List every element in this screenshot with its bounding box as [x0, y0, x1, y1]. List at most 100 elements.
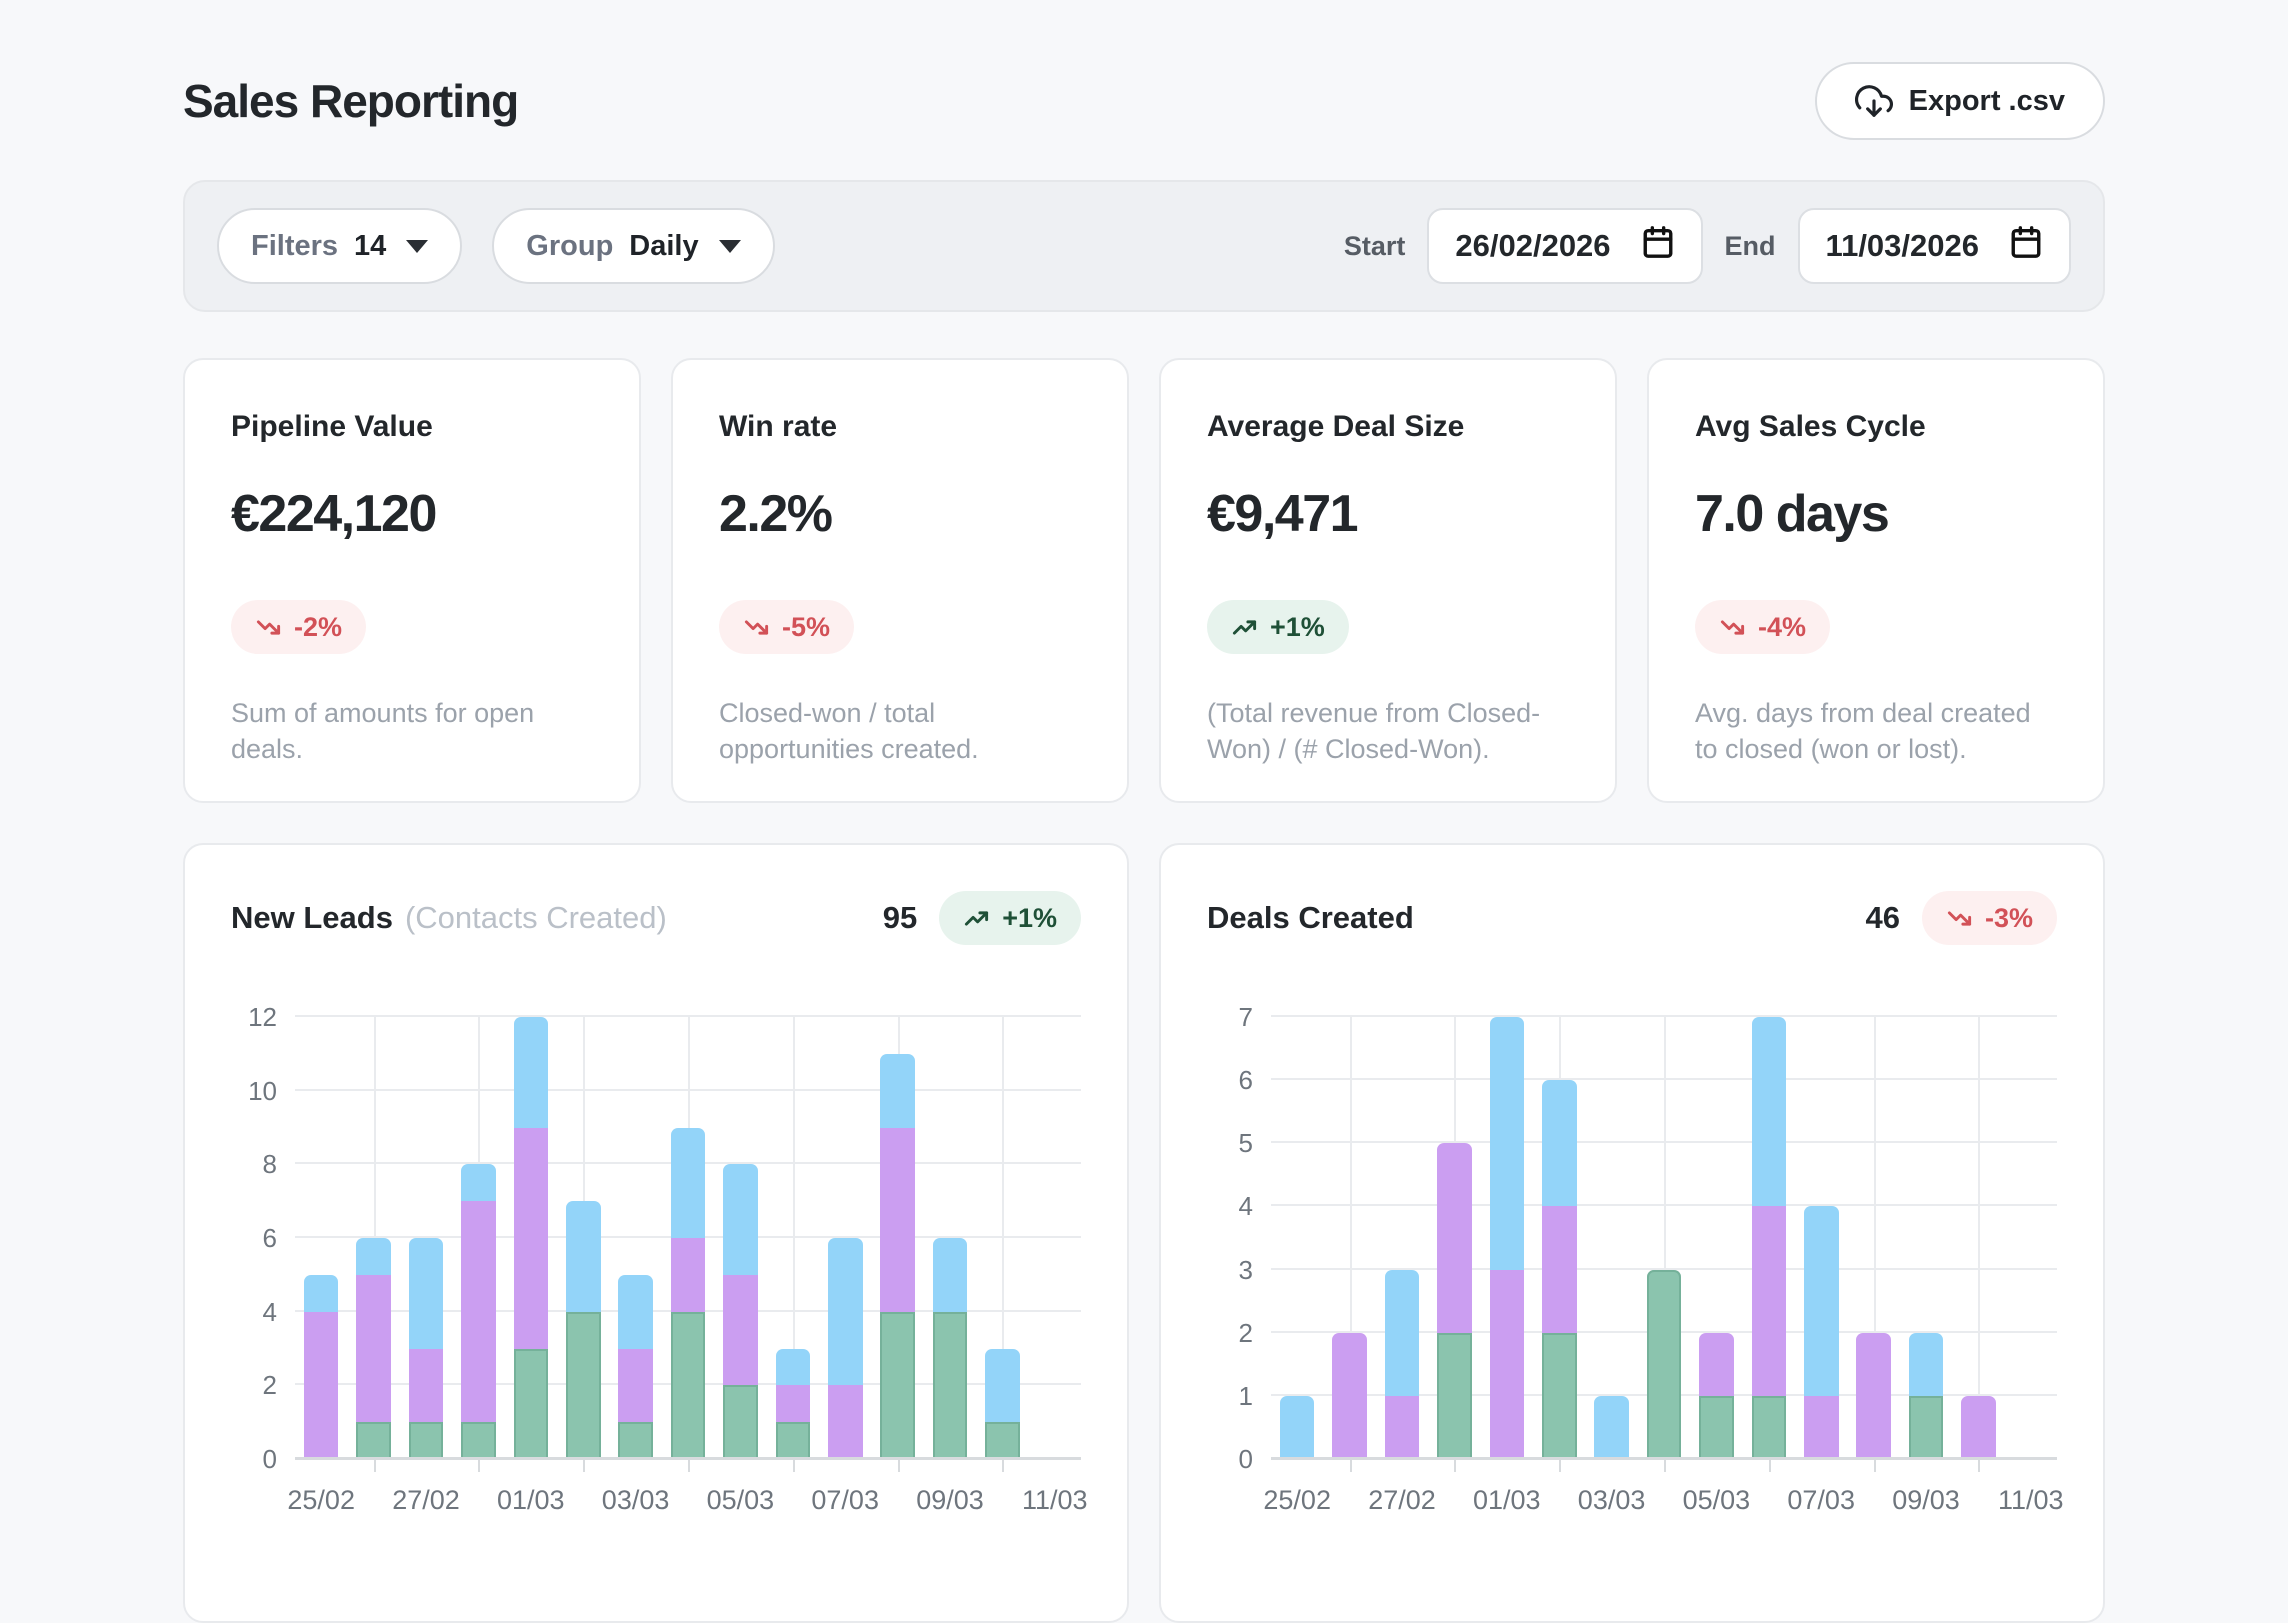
filters-label: Filters: [251, 230, 338, 263]
kpi-value: 2.2%: [719, 484, 1081, 544]
chart-header-right: 95+1%: [883, 891, 1081, 945]
kpi-badge-row: +1%: [1207, 600, 1569, 654]
bar-segment-purple: [828, 1385, 863, 1459]
bar-06-03: [776, 1017, 811, 1459]
end-date-input[interactable]: 11/03/2026: [1798, 208, 2071, 284]
bar-segment-green: [618, 1422, 653, 1459]
delta-value: -5%: [782, 612, 830, 643]
delta-badge: -5%: [719, 600, 854, 654]
bar-slot: [1376, 1017, 1428, 1459]
kpi-description: Closed-won / total opportunities created…: [719, 696, 1081, 767]
x-axis-label: 25/02: [287, 1485, 355, 1516]
chart-total: 46: [1866, 900, 1900, 936]
trending-up-icon: [963, 905, 990, 932]
bar-segment-purple: [1542, 1206, 1577, 1332]
bar-slot: [1029, 1017, 1081, 1459]
bar-segment-green: [723, 1385, 758, 1459]
bar-segment-blue: [1385, 1270, 1420, 1396]
group-value: Daily: [629, 230, 698, 263]
bar-26-02: [356, 1017, 391, 1459]
bar-slot: [662, 1017, 714, 1459]
bar-26-02: [1332, 1017, 1367, 1459]
bar-08-03: [880, 1017, 915, 1459]
bar-slot: [347, 1017, 399, 1459]
bar-segment-blue: [1280, 1396, 1315, 1459]
bar-slot: [1952, 1017, 2004, 1459]
chart-header-right: 46-3%: [1866, 891, 2058, 945]
kpi-card: Win rate 2.2% -5% Closed-won / total opport…: [671, 358, 1129, 803]
bar-segment-purple: [1332, 1333, 1367, 1459]
bar-slot: [714, 1017, 766, 1459]
export-csv-button[interactable]: Export .csv: [1815, 62, 2105, 140]
bar-segment-blue: [671, 1128, 706, 1239]
group-dropdown[interactable]: Group Daily: [492, 208, 774, 284]
kpi-title: Win rate: [719, 410, 1081, 444]
page-title: Sales Reporting: [183, 74, 518, 128]
bar-07-03: [828, 1017, 863, 1459]
bar-segment-purple: [1385, 1396, 1420, 1459]
bar-segment-purple: [514, 1128, 549, 1349]
bar-segment-green: [1699, 1396, 1734, 1459]
bar-02-03: [566, 1017, 601, 1459]
bar-slot: [1271, 1017, 1323, 1459]
bar-segment-purple: [1699, 1333, 1734, 1396]
bar-10-03: [1961, 1017, 1996, 1459]
calendar-icon[interactable]: [2009, 225, 2043, 267]
delta-badge: +1%: [1207, 600, 1349, 654]
bar-slot: [1585, 1017, 1637, 1459]
bar-02-03: [1542, 1017, 1577, 1459]
bar-segment-blue: [828, 1238, 863, 1385]
bar-slot: [924, 1017, 976, 1459]
x-axis-label: 27/02: [1368, 1485, 1436, 1516]
start-date-input[interactable]: 26/02/2026: [1427, 208, 1702, 284]
bar-03-03: [618, 1017, 653, 1459]
y-axis-label: 6: [263, 1225, 277, 1251]
bar-segment-blue: [1804, 1206, 1839, 1395]
bar-slot: [1533, 1017, 1585, 1459]
bar-25-02: [304, 1017, 339, 1459]
chart-subtitle: (Contacts Created): [405, 900, 667, 935]
bar-27-02: [409, 1017, 444, 1459]
bar-segment-green: [1752, 1396, 1787, 1459]
bar-segment-purple: [671, 1238, 706, 1312]
chevron-down-icon: [719, 240, 741, 253]
bar-28-02: [1437, 1017, 1472, 1459]
kpi-title: Pipeline Value: [231, 410, 593, 444]
y-axis-label: 12: [248, 1004, 277, 1030]
bar-segment-green: [461, 1422, 496, 1459]
filters-dropdown[interactable]: Filters 14: [217, 208, 462, 284]
x-axis-label: 27/02: [392, 1485, 460, 1516]
bar-segment-blue: [933, 1238, 968, 1312]
bar-segment-green: [1437, 1333, 1472, 1459]
bar-slot: [976, 1017, 1028, 1459]
bar-slots: [1271, 1017, 2057, 1459]
chart-header: Deals Created 46-3%: [1207, 891, 2057, 945]
bar-segment-blue: [985, 1349, 1020, 1423]
x-axis-label: 03/03: [602, 1485, 670, 1516]
x-axis-label: 25/02: [1263, 1485, 1331, 1516]
start-date-value: 26/02/2026: [1455, 228, 1610, 264]
bar-segment-purple: [304, 1312, 339, 1459]
filters-count: 14: [354, 230, 386, 263]
chart-header-left: Deals Created: [1207, 900, 1414, 936]
calendar-icon[interactable]: [1641, 225, 1675, 267]
bar-segment-purple: [1437, 1143, 1472, 1332]
bar-slot: [295, 1017, 347, 1459]
delta-value: +1%: [1270, 612, 1325, 643]
bar-slot: [767, 1017, 819, 1459]
filter-bar: Filters 14 Group Daily Start 26/02/2026: [183, 180, 2105, 312]
bar-segment-purple: [1961, 1396, 1996, 1459]
y-axis-label: 5: [1239, 1130, 1253, 1156]
bar-segment-green: [1909, 1396, 1944, 1459]
delta-value: -2%: [294, 612, 342, 643]
y-axis-label: 3: [1239, 1257, 1253, 1283]
bar-segment-purple: [1856, 1333, 1891, 1459]
x-axis-label: 05/03: [707, 1485, 775, 1516]
kpi-card-row: Pipeline Value€224,120-2%Sum of amounts …: [183, 358, 2105, 803]
download-cloud-icon: [1855, 82, 1893, 120]
bar-segment-blue: [356, 1238, 391, 1275]
trending-up-icon: [1231, 614, 1258, 641]
kpi-badge-row: -4%: [1695, 600, 2057, 654]
x-axis-label: 05/03: [1683, 1485, 1751, 1516]
kpi-card: Avg Sales Cycle7.0 days-4%Avg. days from…: [1647, 358, 2105, 803]
